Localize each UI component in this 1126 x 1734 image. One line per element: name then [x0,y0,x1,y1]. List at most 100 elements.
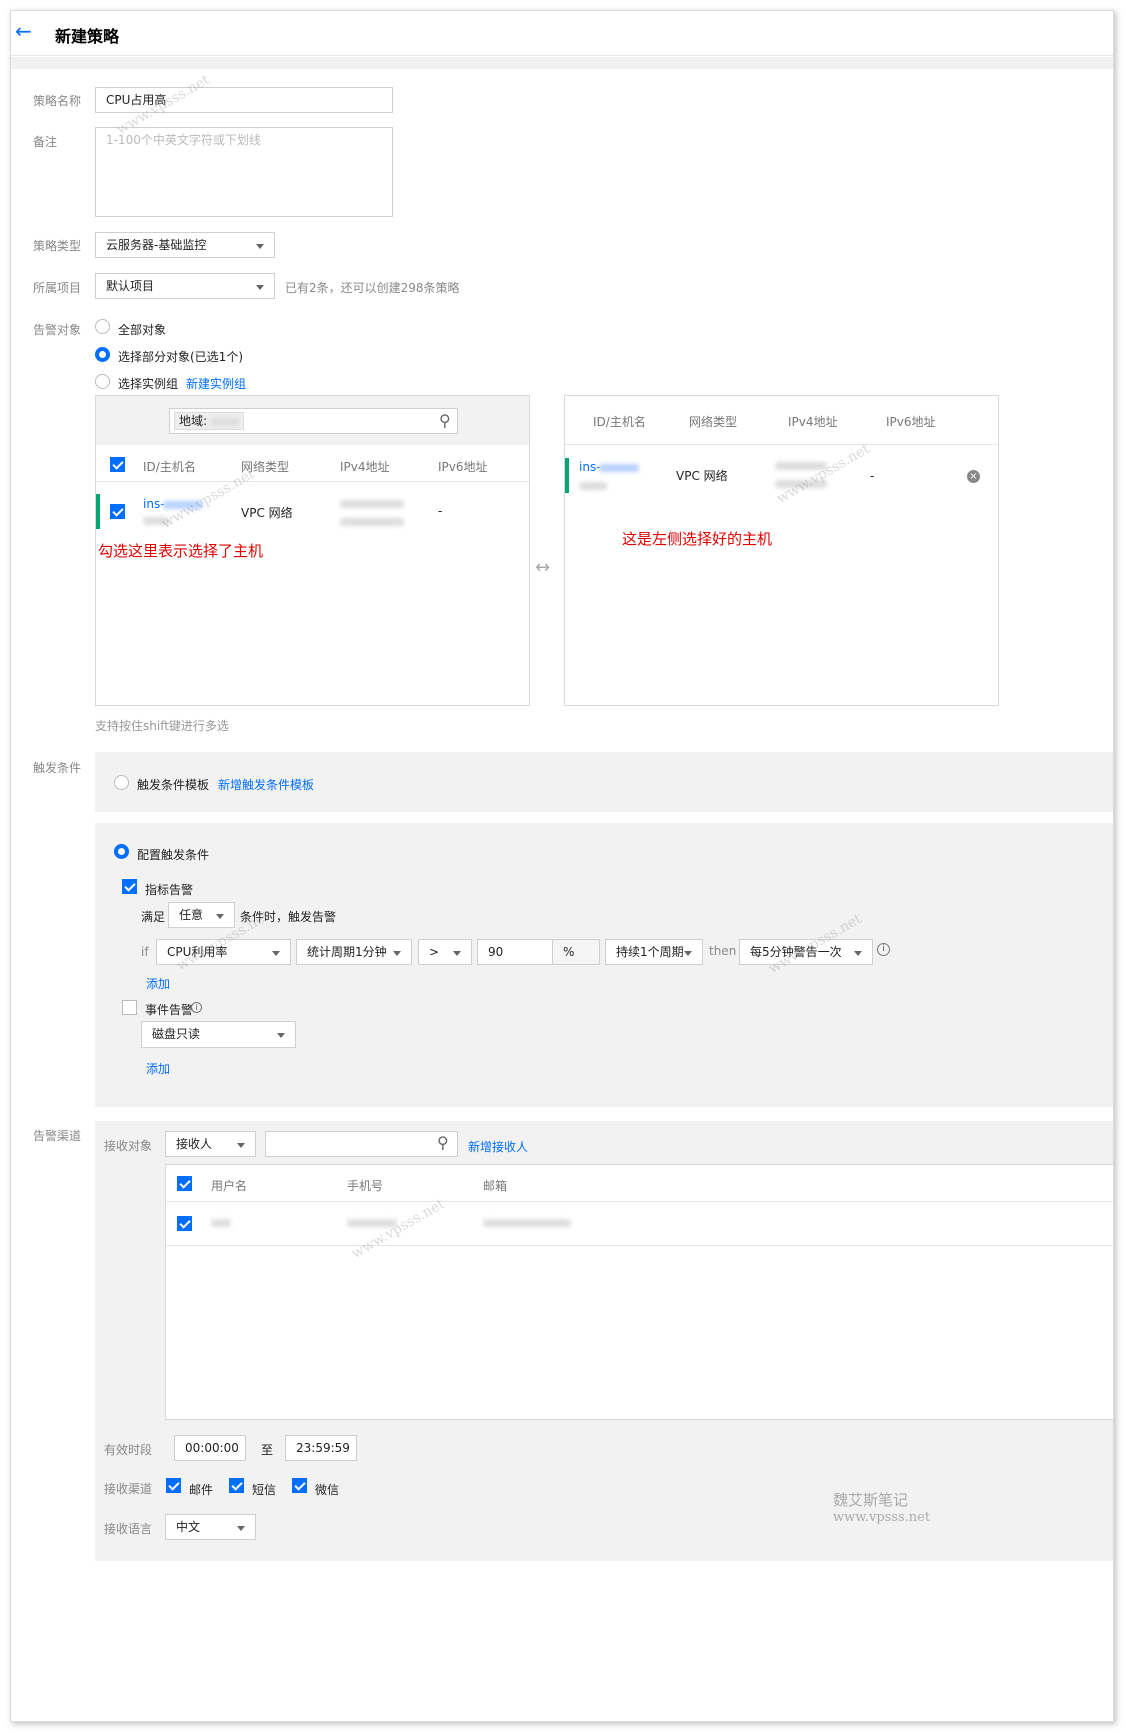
add-condition-link[interactable]: 添加 [146,975,170,992]
config-block [95,823,1113,1107]
template-radio[interactable] [114,775,129,790]
left-col-ipv4: IPv4地址 [340,460,390,474]
project-select[interactable]: 默认项目 [95,273,275,299]
receiver-search-icon[interactable]: ⚲ [437,1133,449,1152]
left-row-checkbox[interactable] [110,504,125,519]
unit-box: % [552,939,600,965]
col-phone: 手机号 [347,1179,384,1193]
right-col-id: ID/主机名 [593,415,646,429]
left-col-ipv6: IPv6地址 [438,460,488,474]
remark-textarea[interactable]: 1-100个中英文字符或下划线 [95,127,393,217]
operator-select[interactable]: > [418,939,472,965]
right-row-id[interactable]: ins- [579,460,601,474]
receiver-type-select[interactable]: 接收人 [165,1131,256,1157]
event-select[interactable]: 磁盘只读 [141,1021,296,1048]
project-hint: 已有2条，还可以创建298条策略 [285,281,460,295]
right-row-ipv6: - [870,469,875,483]
target-label: 告警对象 [33,323,82,337]
shift-hint: 支持按住shift键进行多选 [95,719,229,733]
config-radio[interactable] [114,844,129,859]
remark-label: 备注 [33,135,58,149]
sms-checkbox[interactable] [229,1478,244,1493]
right-col-network: 网络类型 [689,415,738,429]
transfer-arrow-icon: ↔ [535,557,551,578]
target-partial-label: 选择部分对象(已选1个) [118,350,243,364]
satisfy-prefix: 满足 [141,910,166,924]
remove-icon[interactable]: × [967,470,980,483]
receiver-row-checkbox[interactable] [177,1216,192,1231]
receiver-table: 用户名 手机号 邮箱 [165,1164,1113,1420]
region-tag: 地域: [174,412,244,430]
receiver-search-input[interactable] [265,1131,458,1157]
email-checkbox[interactable] [166,1478,181,1493]
add-event-link[interactable]: 添加 [146,1060,170,1077]
type-select[interactable]: 云服务器-基础监控 [95,232,275,258]
region-search-input[interactable]: 地域: [169,408,458,434]
region-value-blurred [210,417,239,426]
language-select[interactable]: 中文 [165,1514,256,1540]
if-label: if [141,945,149,959]
left-row-marker [96,494,100,529]
email-label: 邮件 [189,1483,214,1497]
left-row-ipv4b-blurred [340,518,404,526]
right-col-ipv6: IPv6地址 [886,415,936,429]
duration-select[interactable]: 持续1个周期 [605,939,703,965]
back-arrow-icon[interactable]: ← [15,19,32,43]
target-partial-radio[interactable] [95,347,110,362]
left-row-ipv6: - [438,504,443,518]
watermark-name: 魏艾斯笔记 [833,1491,909,1509]
left-select-all-checkbox[interactable] [110,457,125,472]
header-gap [11,57,1113,69]
metric-alarm-label: 指标告警 [145,883,194,897]
event-alarm-label: 事件告警 [145,1003,194,1017]
right-row-id-blurred [599,464,639,472]
left-col-id: ID/主机名 [143,460,196,474]
receiver-name-blurred [211,1219,231,1227]
remark-placeholder: 1-100个中英文字符或下划线 [106,133,261,147]
watermark-url: www.vpsss.net [833,1510,931,1525]
target-all-label: 全部对象 [118,323,167,337]
receiver-label: 接收对象 [104,1139,153,1153]
event-alarm-checkbox[interactable] [122,1000,137,1015]
col-username: 用户名 [211,1179,248,1193]
target-all-radio[interactable] [95,319,110,334]
channel-label: 告警渠道 [33,1129,82,1143]
info-icon[interactable]: i [877,943,890,956]
metric-alarm-checkbox[interactable] [122,879,137,894]
new-receiver-link[interactable]: 新增接收人 [468,1138,528,1155]
period-select[interactable]: 统计周期1分钟 [296,939,412,965]
left-annotation: 勾选这里表示选择了主机 [98,542,264,560]
unit-label: % [563,945,575,959]
wechat-label: 微信 [315,1483,340,1497]
col-email: 邮箱 [483,1179,508,1193]
type-label: 策略类型 [33,239,82,253]
left-row-id[interactable]: ins- [143,497,165,511]
region-label: 地域: [179,414,208,428]
left-row-network: VPC 网络 [241,506,293,520]
new-template-link[interactable]: 新增触发条件模板 [218,776,314,793]
threshold-input[interactable]: 90 [477,939,553,965]
end-time-input[interactable]: 23:59:59 [285,1435,357,1461]
period-label: 有效时段 [104,1443,153,1457]
right-col-ipv4: IPv4地址 [788,415,838,429]
receiver-row [166,1202,1113,1246]
wechat-checkbox[interactable] [292,1478,307,1493]
start-time-input[interactable]: 00:00:00 [174,1435,246,1461]
target-group-label: 选择实例组 [118,377,179,391]
watermark-bottom: 魏艾斯笔记 www.vpsss.net [833,1491,930,1527]
satisfy-select[interactable]: 任意 [168,902,235,928]
template-label: 触发条件模板 [137,778,210,792]
right-annotation: 这是左侧选择好的主机 [622,530,773,548]
event-info-icon[interactable]: i [191,1002,202,1013]
right-row-marker [565,458,569,493]
new-group-link[interactable]: 新建实例组 [186,375,246,392]
left-instance-panel: 地域: ⚲ ID/主机名 网络类型 IPv4地址 IPv6地址 ins- VPC… [95,395,530,706]
receiver-select-all-checkbox[interactable] [177,1176,192,1191]
language-label: 接收语言 [104,1522,153,1536]
page-header: ← 新建策略 [11,11,1113,56]
receiver-table-header [166,1165,1113,1202]
channels-label: 接收渠道 [104,1482,153,1496]
right-row-name-blurred [579,482,607,490]
target-group-radio[interactable] [95,374,110,389]
search-icon[interactable]: ⚲ [439,411,451,430]
